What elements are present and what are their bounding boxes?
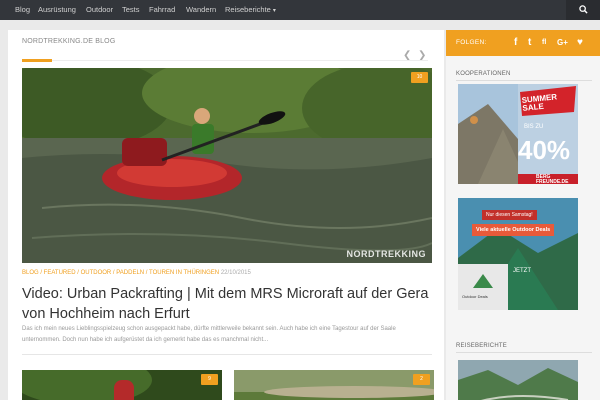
heading-section: BLOG bbox=[95, 38, 116, 45]
thumbnail-photo bbox=[22, 370, 222, 400]
section-divider bbox=[22, 354, 432, 355]
bloglovin-icon[interactable]: ♥ bbox=[577, 37, 583, 49]
post-thumbnail[interactable]: 2 bbox=[234, 370, 434, 400]
ad-cta-label: Viele aktuelle Outdoor Deals bbox=[472, 224, 555, 236]
post-date: 22/10/2015 bbox=[220, 270, 251, 276]
sale-brand: BERG FREUNDE.DE bbox=[536, 174, 569, 185]
heading-divider bbox=[22, 60, 428, 61]
search-icon bbox=[579, 5, 588, 14]
google-plus-icon[interactable]: G+ bbox=[557, 38, 568, 50]
sale-ad-banner[interactable]: SUMMER SALE BIS ZU 40% BERG FREUNDE.DE bbox=[458, 84, 578, 184]
comment-count-badge[interactable]: 2 bbox=[413, 374, 430, 385]
sidebar-divider bbox=[456, 80, 592, 81]
post-categories[interactable]: BLOG / FEATURED / OUTDOOR / PADDELN / TO… bbox=[22, 270, 219, 276]
top-navigation: Blog Ausrüstung Outdoor Tests Fahrrad Wa… bbox=[0, 0, 600, 20]
follow-label: FOLGEN: bbox=[456, 39, 487, 46]
nav-item-ausruestung[interactable]: Ausrüstung bbox=[38, 0, 76, 20]
ad-brand: Outdoor Deals bbox=[462, 294, 488, 299]
nav-item-outdoor[interactable]: Outdoor bbox=[86, 0, 113, 20]
post-title[interactable]: Video: Urban Packrafting | Mit dem MRS M… bbox=[22, 284, 437, 324]
packrafting-photo bbox=[22, 68, 432, 263]
ad-banner-label: Nur diesen Samstag! bbox=[482, 210, 537, 220]
featured-image[interactable]: 10 NORDTREKKING bbox=[22, 68, 432, 263]
reisebericht-photo bbox=[458, 360, 578, 400]
sale-percent-prefix: BIS ZU bbox=[524, 124, 544, 130]
outdoor-deals-ad[interactable]: Nur diesen Samstag! Viele aktuelle Outdo… bbox=[458, 198, 578, 310]
post-thumbnail[interactable]: 9 bbox=[22, 370, 222, 400]
nav-item-reiseberichte[interactable]: Reiseberichte ▾ bbox=[225, 0, 276, 20]
follow-bar: FOLGEN: f t fl G+ ♥ bbox=[446, 30, 600, 56]
sidebar-divider bbox=[456, 352, 592, 353]
thumbnail-photo bbox=[234, 370, 434, 400]
search-button[interactable] bbox=[566, 0, 600, 20]
comment-count-badge[interactable]: 9 bbox=[201, 374, 218, 385]
main-content: NORDTREKKING.DE BLOG ❮ ❯ 10 NORDTREKKING… bbox=[8, 30, 444, 400]
nav-item-reiseberichte-label: Reiseberichte bbox=[225, 5, 271, 14]
nav-item-wandern[interactable]: Wandern bbox=[186, 0, 216, 20]
comment-count-badge[interactable]: 10 bbox=[411, 72, 428, 83]
post-meta: BLOG / FEATURED / OUTDOOR / PADDELN / TO… bbox=[22, 270, 251, 276]
facebook-icon[interactable]: f bbox=[514, 37, 517, 49]
sidebar: FOLGEN: f t fl G+ ♥ KOOPERATIONEN SUMMER… bbox=[446, 30, 600, 400]
reisebericht-thumbnail[interactable] bbox=[458, 360, 578, 400]
watermark-logo: NORDTREKKING bbox=[346, 249, 426, 259]
heading-accent bbox=[22, 59, 52, 62]
section-heading: NORDTREKKING.DE BLOG bbox=[22, 38, 115, 45]
ad-jetzt-button[interactable]: JETZT bbox=[510, 268, 534, 274]
twitter-icon[interactable]: t bbox=[528, 37, 531, 49]
kooperationen-heading: KOOPERATIONEN bbox=[456, 71, 511, 77]
nav-item-blog[interactable]: Blog bbox=[15, 0, 30, 20]
sale-percent: 40% bbox=[518, 135, 571, 165]
nav-item-tests[interactable]: Tests bbox=[122, 0, 140, 20]
chevron-down-icon: ▾ bbox=[272, 8, 276, 14]
heading-site: NORDTREKKING.DE bbox=[22, 38, 94, 45]
nav-item-fahrrad[interactable]: Fahrrad bbox=[149, 0, 175, 20]
reiseberichte-heading: REISEBERICHTE bbox=[456, 343, 507, 349]
post-excerpt: Das ich mein neues Lieblingsspielzeug sc… bbox=[22, 326, 396, 343]
flickr-icon[interactable]: fl bbox=[542, 39, 546, 51]
